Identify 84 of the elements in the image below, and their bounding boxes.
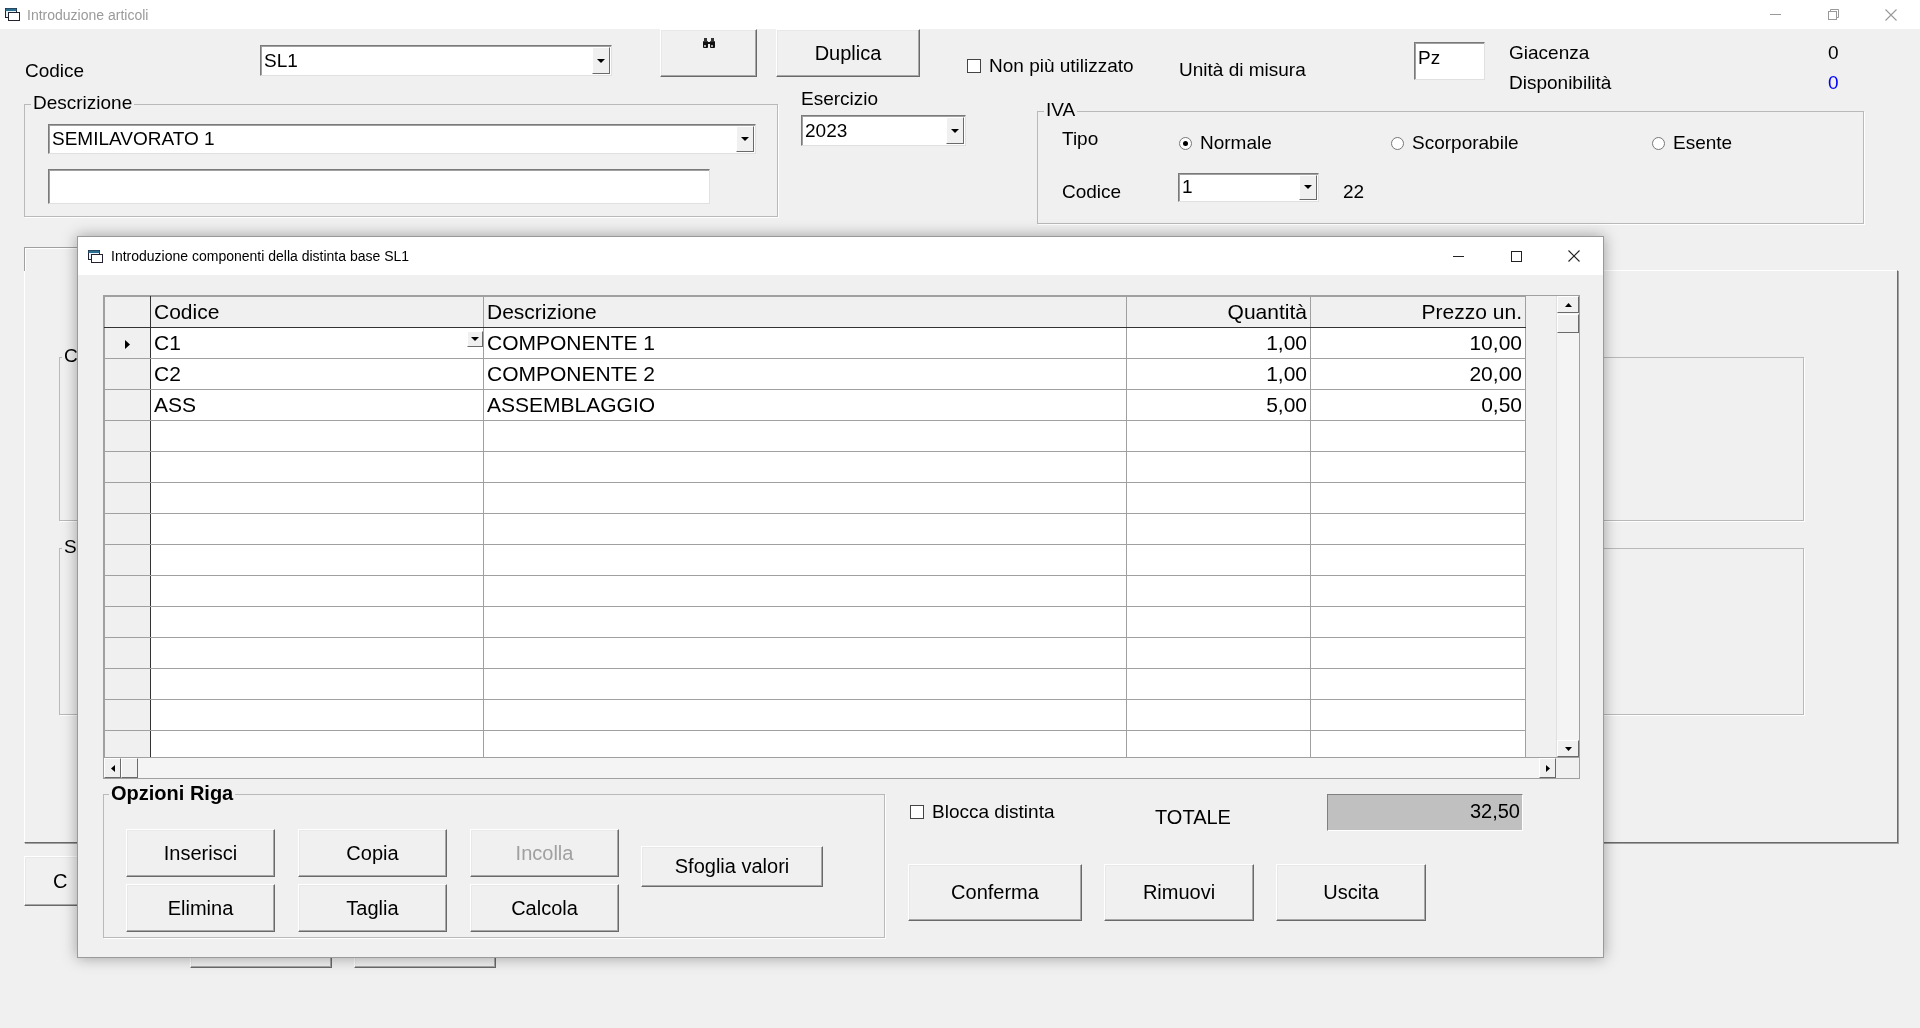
group-title: Opzioni Riga [109,782,236,805]
maximize-icon[interactable] [1510,250,1522,262]
unit-field[interactable]: Pz [1414,42,1485,80]
year-combo[interactable]: 2023 [801,115,966,146]
column-header[interactable]: Quantità [1126,296,1311,328]
total-field: 32,50 [1327,793,1523,831]
table-cell: 1,00 [1126,327,1311,359]
caret-icon [471,337,479,341]
caret-right-icon [1545,764,1550,772]
caret-icon [1304,185,1312,189]
binoculars-icon [701,38,716,49]
caret-icon [741,137,749,141]
row-pointer-icon [125,339,130,349]
search-button[interactable] [660,29,757,77]
stock-label: Disponibilità [1509,72,1613,94]
option-button[interactable]: Taglia [298,884,447,932]
action-button[interactable]: Rimuovi [1104,864,1254,921]
description-combo[interactable]: SEMILAVORATO 1 [48,124,756,154]
close-icon[interactable] [1568,250,1580,262]
column-header[interactable]: Descrizione [483,296,1127,328]
column-header[interactable]: Codice [150,296,484,328]
field-label: Codice [1062,181,1123,203]
caret-left-icon [110,764,115,772]
minimize-icon[interactable] [1452,255,1464,257]
action-button[interactable]: Conferma [908,864,1082,921]
dropdown-button[interactable] [946,117,964,144]
action-button[interactable]: Uscita [1276,864,1426,921]
dropdown-button[interactable] [467,331,483,347]
total-label: TOTALE [1155,805,1232,829]
vat-rate: 22 [1343,181,1365,203]
window-title: Introduzione articoli [27,6,149,23]
scroll-thumb[interactable] [121,758,138,778]
scroll-down-button[interactable] [1557,740,1579,757]
option-button[interactable]: Inserisci [126,829,275,877]
horizontal-scrollbar[interactable] [104,757,1579,778]
table-cell: 0,50 [1310,389,1526,421]
table-cell: COMPONENTE 1 [483,327,1127,359]
dropdown-button[interactable] [1299,174,1317,200]
scroll-thumb[interactable] [1557,314,1579,333]
scroll-right-button[interactable] [1539,758,1556,778]
table-cell: COMPONENTE 2 [483,358,1127,390]
restore-icon[interactable] [1827,9,1839,20]
option-button[interactable]: Elimina [126,884,275,932]
vat-code-combo[interactable]: 1 [1178,172,1319,202]
table-cell: 5,00 [1126,389,1311,421]
field-label: Codice [25,60,86,82]
vertical-scrollbar[interactable] [1556,296,1579,757]
dropdown-button[interactable] [736,126,754,152]
table-cell: 1,00 [1126,358,1311,390]
caret-up-icon [1564,302,1572,307]
table-cell: ASSEMBLAGGIO [483,389,1127,421]
column-header[interactable]: Prezzo un. [1310,296,1526,328]
stock-label: Giacenza [1509,42,1591,64]
table-cell: C1 [150,327,484,359]
field-label: Esercizio [801,88,880,110]
stock-value: 0 [1828,72,1839,94]
text-field[interactable] [48,169,710,204]
radio-button[interactable]: Esente [1652,132,1852,154]
stock-value: 0 [1828,42,1839,64]
option-button[interactable]: Calcola [470,884,619,932]
checkbox[interactable]: Non più utilizzato [967,55,1179,77]
window-icon [5,8,20,21]
dropdown-button[interactable] [592,47,610,74]
table-cell: 20,00 [1310,358,1526,390]
checkbox[interactable]: Blocca distinta [910,801,1155,823]
dialog-title: Introduzione componenti della distinta base SL1 [111,248,410,264]
radio-button[interactable]: Normale [1179,132,1391,154]
field-label: Unità di misura [1179,59,1307,81]
table-cell: ASS [150,389,484,421]
row-header[interactable] [104,327,151,359]
scroll-up-button[interactable] [1557,296,1579,313]
scroll-left-button[interactable] [104,758,121,778]
browse-button[interactable]: Sfoglia valori [641,846,823,887]
table-cell: 10,00 [1310,327,1526,359]
code-combo[interactable]: SL1 [260,45,612,76]
caret-icon [597,58,605,63]
caret-icon [951,128,959,133]
field-label: Tipo [1062,128,1100,150]
table-cell: C2 [150,358,484,390]
window-icon [88,249,103,263]
duplicate-button[interactable]: Duplica [776,29,920,77]
option-button[interactable]: Copia [298,829,447,877]
radio-button[interactable]: Scorporabile [1391,132,1652,154]
caret-icon [1564,746,1572,751]
